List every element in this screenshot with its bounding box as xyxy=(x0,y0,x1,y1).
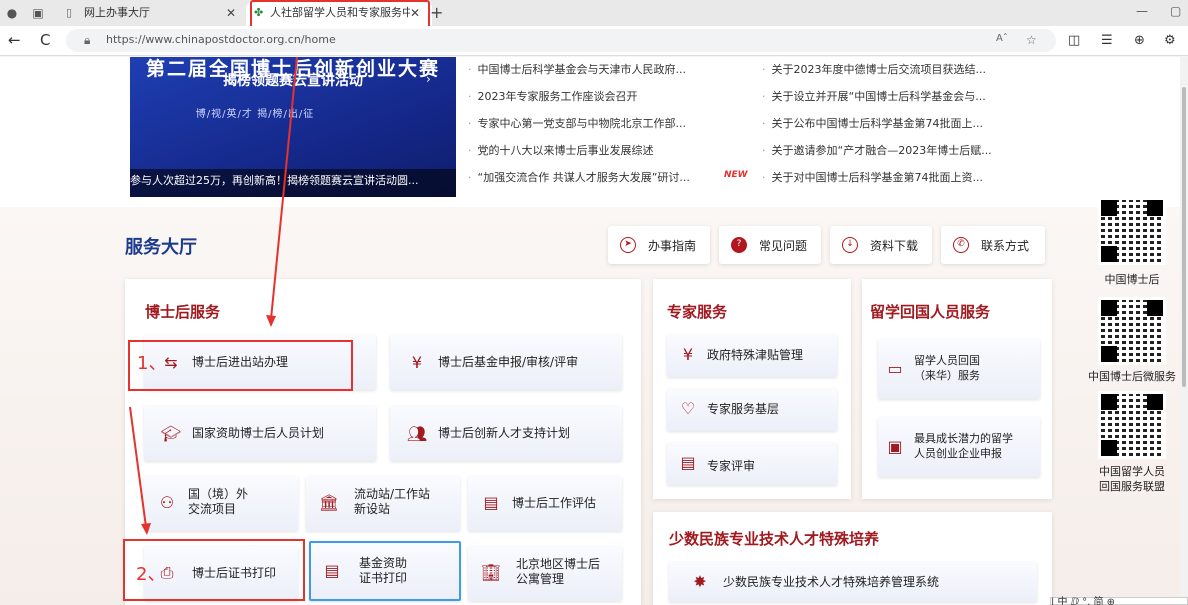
web-page: 第二届全国博士后创新创业大赛 揭榜领题赛云宣讲活动 博/视/英/才 揭/榜/出/… xyxy=(0,57,1188,605)
url-field[interactable]: 🔒︎ https://www.chinapostdoctor.org.cn/ho… xyxy=(66,29,1056,52)
page-icon: ▯ xyxy=(66,6,73,19)
address-bar: ← C 🔒︎ https://www.chinapostdoctor.org.c… xyxy=(0,26,1188,56)
split-screen-icon[interactable]: ◫ xyxy=(1068,33,1080,48)
qr-label-alliance: 中国留学人员 回国服务联盟 xyxy=(1099,465,1165,493)
read-aloud-icon[interactable]: Aˆ xyxy=(996,33,1008,44)
qr-code-postdoc xyxy=(1098,197,1166,265)
tab-service-hall[interactable]: ▯ 网上办事大厅 ✕ xyxy=(64,2,244,26)
new-tab-button[interactable]: + xyxy=(430,3,443,22)
qr-code-microservice xyxy=(1098,297,1166,365)
profile-icon[interactable]: ● xyxy=(4,5,20,21)
collections-icon[interactable]: ⊕ xyxy=(1134,33,1145,48)
tab-title: 网上办事大厅 xyxy=(84,6,150,19)
url-text: https://www.chinapostdoctor.org.cn/home xyxy=(106,33,336,46)
annotation-arrows xyxy=(129,57,299,535)
back-button[interactable]: ← xyxy=(8,31,21,49)
page-scrollbar[interactable] xyxy=(1180,57,1188,605)
close-icon[interactable]: ✕ xyxy=(226,2,236,24)
restore-icon[interactable]: ▢ xyxy=(1170,4,1181,18)
qr-label-postdoc: 中国博士后 xyxy=(1104,273,1160,286)
favorite-star-icon[interactable]: ☆ xyxy=(1026,33,1037,47)
qr-code-alliance xyxy=(1098,391,1166,459)
extensions-icon[interactable]: ⚙ xyxy=(1164,33,1176,48)
reload-button[interactable]: C xyxy=(40,31,50,49)
lock-icon[interactable]: 🔒︎ xyxy=(84,33,90,48)
qr-label-microservice: 中国博士后微服务 xyxy=(1088,370,1176,383)
browser-tab-bar: ● ▣ ▯ 网上办事大厅 ✕ ✤ 人社部留学人员和专家服务中心F ✕ + — ▢ xyxy=(0,0,1188,31)
ime-toolbar[interactable]: | 中 ⅅ °, 简 ⊕ xyxy=(1050,597,1188,605)
favorites-icon[interactable]: ☰ xyxy=(1101,33,1113,48)
workspaces-icon[interactable]: ▣ xyxy=(30,5,46,21)
minimize-icon[interactable]: — xyxy=(1136,4,1148,18)
